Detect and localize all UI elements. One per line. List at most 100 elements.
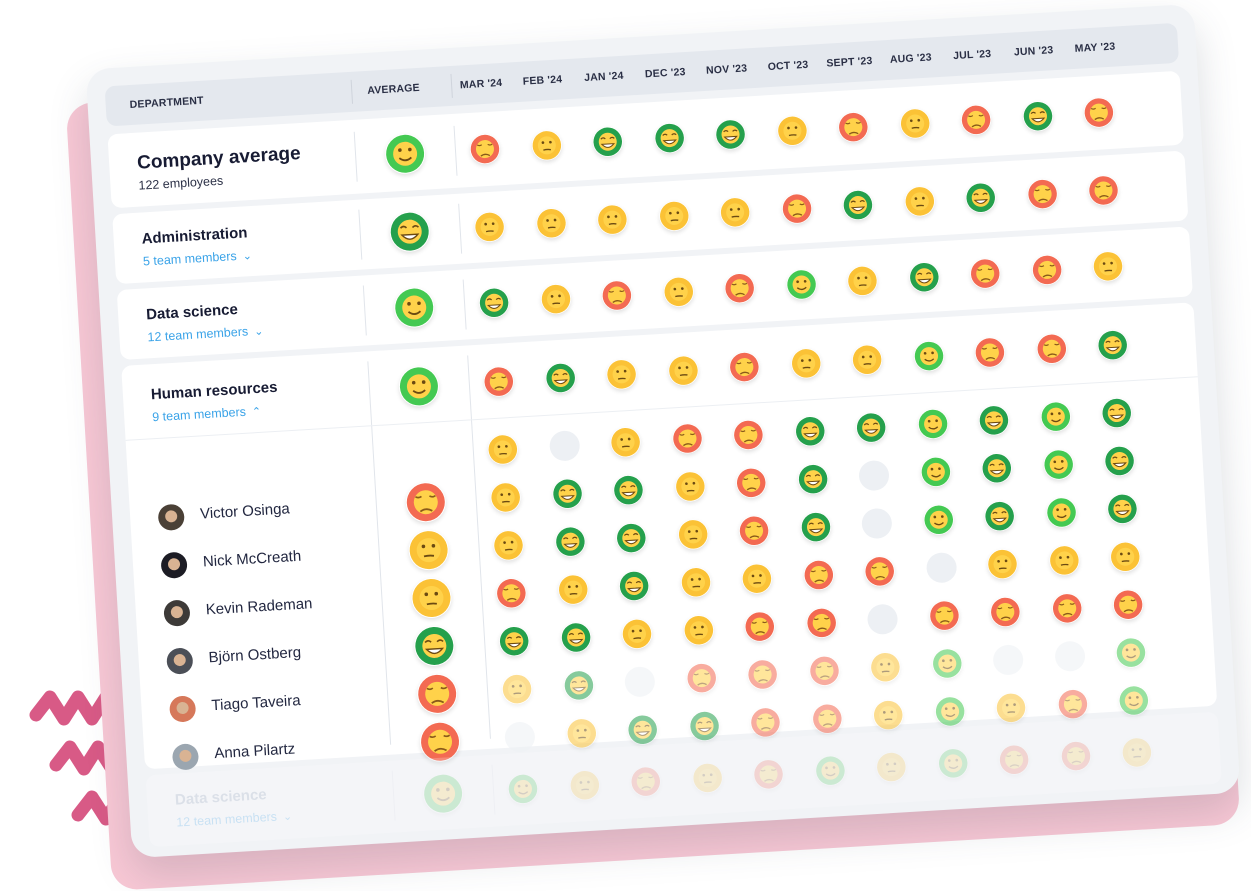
mood-icon[interactable] [623, 665, 656, 698]
mood-icon[interactable] [1121, 737, 1153, 769]
mood-icon[interactable] [860, 507, 893, 540]
mood-icon[interactable] [691, 762, 723, 794]
mood-icon[interactable] [842, 189, 874, 221]
mood-icon[interactable] [658, 200, 690, 232]
mood-icon[interactable] [741, 563, 773, 595]
mood-icon[interactable] [995, 692, 1027, 724]
mood-icon[interactable] [688, 710, 720, 742]
mood-icon[interactable] [728, 351, 760, 383]
mood-icon[interactable] [992, 644, 1025, 676]
mood-icon[interactable] [965, 182, 997, 214]
mood-icon[interactable] [1060, 740, 1092, 772]
mood-icon[interactable] [495, 577, 527, 609]
team-members-toggle[interactable]: 9 team members ⌃ [152, 404, 262, 425]
mood-icon[interactable] [847, 265, 879, 297]
mood-icon[interactable] [814, 755, 846, 787]
mood-icon[interactable] [1097, 329, 1129, 361]
mood-icon[interactable] [960, 104, 992, 136]
mood-icon[interactable] [785, 269, 817, 301]
mood-icon[interactable] [1035, 333, 1067, 365]
mood-icon[interactable] [753, 758, 785, 790]
mood-icon[interactable] [733, 419, 765, 451]
mood-icon[interactable] [1042, 449, 1074, 481]
mood-icon[interactable] [563, 670, 595, 702]
mood-icon[interactable] [800, 511, 832, 543]
average-mood-icon[interactable] [398, 365, 440, 407]
mood-icon[interactable] [683, 614, 715, 646]
mood-icon[interactable] [794, 415, 826, 447]
mood-icon[interactable] [719, 196, 751, 228]
mood-icon[interactable] [750, 707, 782, 739]
mood-icon[interactable] [1051, 593, 1083, 625]
mood-icon[interactable] [855, 412, 887, 444]
mood-icon[interactable] [487, 434, 519, 466]
mood-icon[interactable] [1045, 497, 1077, 529]
mood-icon[interactable] [735, 467, 767, 499]
team-members-toggle[interactable]: 5 team members ⌄ [143, 248, 253, 269]
mood-icon[interactable] [662, 276, 694, 308]
mood-icon[interactable] [747, 659, 779, 691]
mood-icon[interactable] [674, 471, 706, 503]
mood-icon[interactable] [808, 655, 840, 687]
mood-icon[interactable] [802, 559, 834, 591]
mood-icon[interactable] [1109, 541, 1141, 573]
mood-icon[interactable] [677, 519, 709, 551]
mood-icon[interactable] [627, 714, 659, 746]
mood-icon[interactable] [483, 366, 515, 398]
mood-icon[interactable] [715, 119, 747, 151]
mood-icon[interactable] [925, 551, 957, 584]
mood-icon[interactable] [667, 355, 699, 387]
mood-icon[interactable] [560, 622, 592, 654]
mood-icon[interactable] [1107, 493, 1139, 525]
mood-icon[interactable] [899, 108, 931, 140]
mood-icon[interactable] [978, 404, 1010, 436]
mood-icon[interactable] [974, 337, 1006, 369]
mood-icon[interactable] [1057, 688, 1089, 720]
member-average-mood-icon[interactable] [413, 625, 455, 667]
mood-icon[interactable] [738, 515, 770, 547]
mood-icon[interactable] [1092, 250, 1124, 282]
mood-icon[interactable] [790, 348, 822, 380]
mood-icon[interactable] [864, 556, 896, 588]
mood-icon[interactable] [1104, 445, 1136, 477]
mood-icon[interactable] [917, 408, 949, 440]
mood-icon[interactable] [1101, 397, 1133, 429]
mood-icon[interactable] [837, 111, 869, 143]
mood-icon[interactable] [797, 463, 829, 495]
mood-icon[interactable] [535, 207, 567, 239]
member-average-mood-icon[interactable] [408, 529, 450, 571]
mood-icon[interactable] [474, 211, 506, 243]
mood-icon[interactable] [934, 696, 966, 728]
mood-icon[interactable] [618, 570, 650, 602]
mood-icon[interactable] [469, 133, 501, 165]
mood-icon[interactable] [540, 283, 572, 315]
mood-icon[interactable] [1083, 97, 1115, 129]
mood-icon[interactable] [913, 340, 945, 372]
mood-icon[interactable] [548, 430, 581, 462]
mood-icon[interactable] [530, 130, 562, 162]
member-average-mood-icon[interactable] [410, 577, 452, 619]
mood-icon[interactable] [592, 126, 624, 158]
mood-icon[interactable] [870, 651, 902, 683]
average-mood-icon[interactable] [393, 286, 435, 328]
mood-icon[interactable] [969, 258, 1001, 290]
average-mood-icon[interactable] [389, 211, 431, 253]
mood-icon[interactable] [1048, 545, 1080, 577]
member-average-mood-icon[interactable] [416, 673, 458, 715]
mood-icon[interactable] [1053, 640, 1086, 673]
mood-icon[interactable] [989, 596, 1021, 628]
mood-icon[interactable] [569, 769, 601, 801]
mood-icon[interactable] [1118, 685, 1150, 717]
mood-icon[interactable] [987, 548, 1019, 580]
mood-icon[interactable] [504, 721, 536, 753]
mood-icon[interactable] [851, 344, 883, 376]
mood-icon[interactable] [922, 504, 954, 536]
mood-icon[interactable] [920, 456, 952, 488]
mood-icon[interactable] [1031, 254, 1063, 286]
mood-icon[interactable] [981, 452, 1013, 484]
mood-icon[interactable] [507, 773, 539, 805]
mood-icon[interactable] [565, 718, 597, 750]
mood-icon[interactable] [551, 478, 583, 510]
mood-icon[interactable] [490, 482, 522, 514]
mood-icon[interactable] [478, 287, 510, 319]
